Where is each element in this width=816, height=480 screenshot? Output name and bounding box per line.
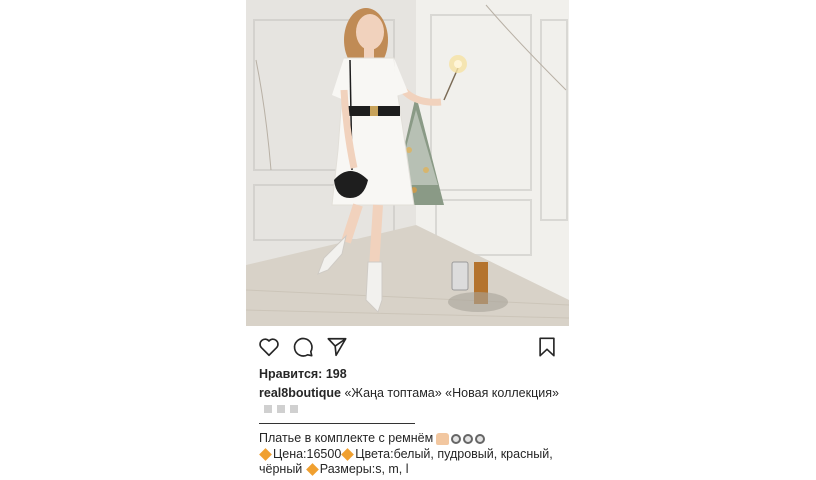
square-icon	[264, 404, 272, 413]
post-caption: real8boutique «Жаңа топтама» «Новая колл…	[259, 386, 559, 416]
square-icon	[290, 404, 298, 413]
price-text: Цена:16500	[273, 446, 342, 461]
thumbs-up-icon	[436, 432, 450, 445]
button-emoji-icon	[475, 433, 486, 444]
post-actions	[246, 326, 569, 368]
description-line: Платье в комплекте с ремнём	[259, 431, 434, 445]
post-description: Платье в комплекте с ремнём Цена:16500 Цв…	[259, 431, 559, 478]
sizes-text: Размеры:s, m, l	[319, 462, 409, 476]
divider	[259, 423, 415, 424]
button-emoji-icon	[463, 433, 474, 444]
post-card: Нравится: 198 real8boutique «Жаңа топтам…	[246, 0, 569, 480]
square-icon	[277, 404, 285, 413]
likes-count[interactable]: Нравится: 198	[259, 367, 347, 381]
diamond-icon	[259, 447, 272, 461]
send-icon[interactable]	[326, 336, 348, 358]
bookmark-icon[interactable]	[536, 336, 558, 358]
post-photo[interactable]	[246, 0, 569, 326]
username[interactable]: real8boutique	[259, 386, 341, 400]
diamond-icon	[305, 463, 319, 477]
diamond-icon	[341, 447, 355, 461]
heart-icon[interactable]	[258, 336, 280, 358]
caption-text: «Жаңа топтама» «Новая коллекция»	[344, 386, 559, 400]
button-emoji-icon	[451, 433, 462, 444]
comment-icon[interactable]	[292, 336, 314, 358]
